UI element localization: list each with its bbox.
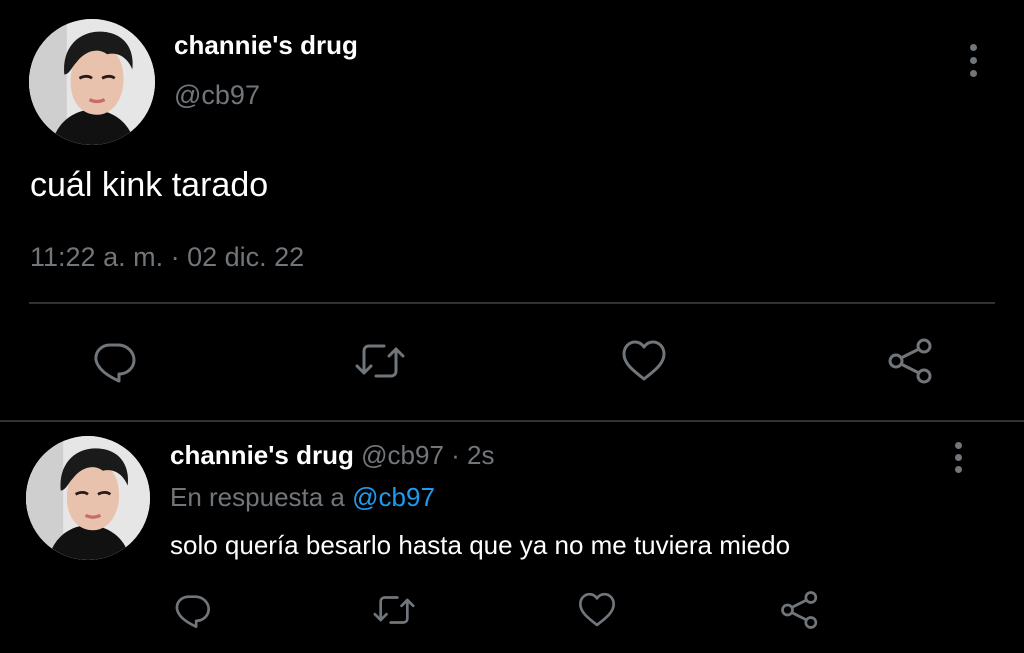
share-icon[interactable] [886,337,936,385]
reply-icon[interactable] [172,590,212,630]
divider [29,302,995,304]
tweet-text: cuál kink tarado [30,166,269,204]
replying-to: En respuesta a @cb97 [170,482,435,513]
tweet-time-ago[interactable]: 2s [467,440,494,470]
avatar[interactable] [29,19,155,145]
retweet-icon[interactable] [372,590,416,630]
replying-to-handle-link[interactable]: @cb97 [352,482,435,512]
separator-dot: · [451,440,460,470]
heart-icon[interactable] [577,590,617,630]
avatar[interactable] [26,436,150,560]
section-divider [0,420,1024,422]
user-handle[interactable]: @cb97 [361,440,444,470]
more-vertical-icon[interactable] [961,44,985,77]
tweet-text: solo quería besarlo hasta que ya no me t… [170,530,791,560]
replying-to-prefix: En respuesta a [170,482,345,512]
heart-icon[interactable] [620,337,668,385]
reply-header: channie's drug @cb97 · 2s [170,440,495,471]
profile-photo [26,436,150,560]
share-icon[interactable] [779,590,821,630]
more-vertical-icon[interactable] [946,442,970,473]
tweet-thread: channie's drug @cb97 cuál kink tarado 11… [0,0,1024,653]
user-handle[interactable]: @cb97 [174,80,260,111]
profile-photo [29,19,155,145]
reply-icon[interactable] [90,337,138,385]
display-name[interactable]: channie's drug [170,440,354,470]
display-name[interactable]: channie's drug [174,30,358,61]
main-tweet: channie's drug @cb97 cuál kink tarado 11… [0,0,1024,421]
retweet-icon[interactable] [354,337,406,385]
tweet-timestamp[interactable]: 11:22 a. m. · 02 dic. 22 [30,242,304,273]
